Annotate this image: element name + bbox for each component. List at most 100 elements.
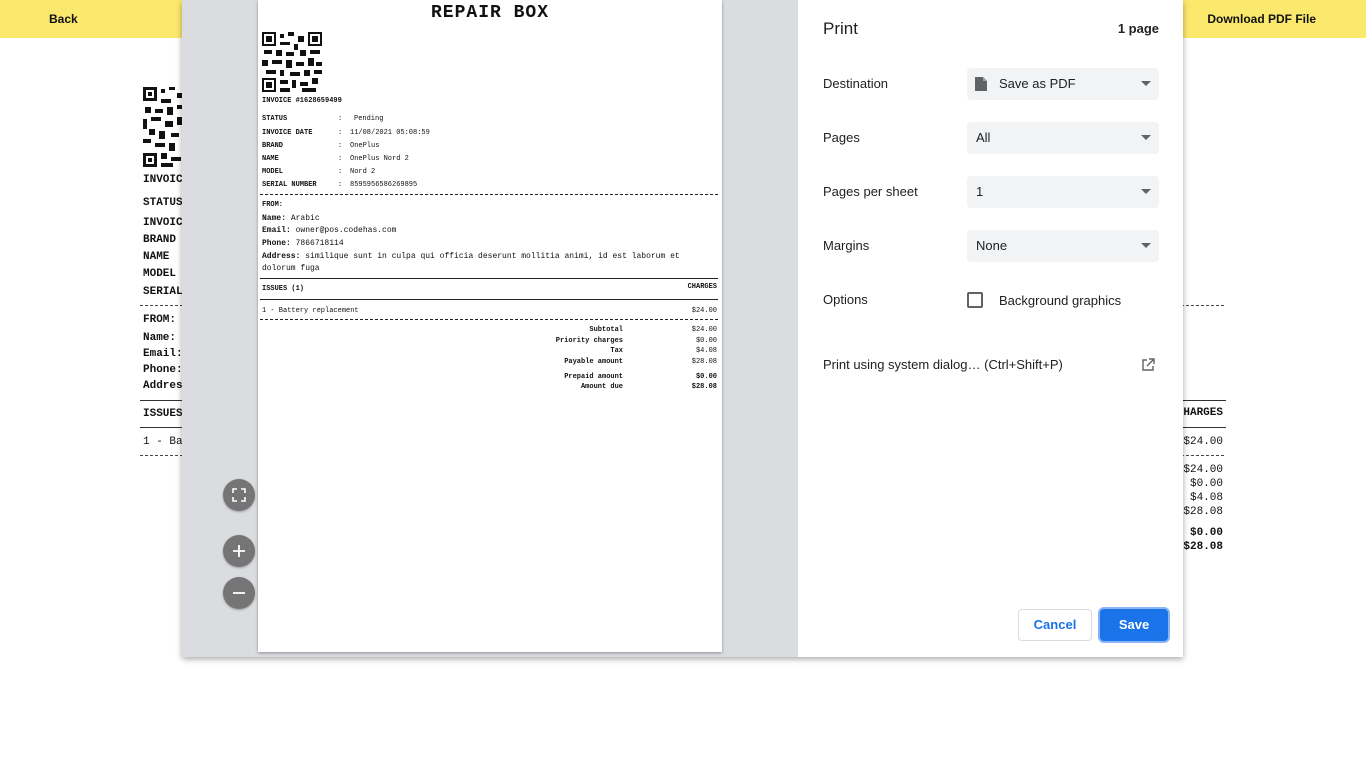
detail-colon: : [338,129,343,137]
background-tax: $4.08 [1189,492,1223,504]
detail-value: Nord 2 [350,168,376,176]
preview-total-value: $28.08 [691,383,717,391]
background-prepaid: $0.00 [1189,527,1223,539]
fit-to-page-icon [232,488,246,502]
preview-total-label: Prepaid amount [564,373,623,381]
background-phone-field: Phone: [143,364,183,376]
detail-value: OnePlus Nord 2 [350,155,409,163]
margins-value: None [976,238,1008,253]
destination-label: Destination [823,76,889,91]
background-priority: $0.00 [1189,478,1223,490]
detail-colon: : [338,142,343,150]
preview-qr-code [262,32,322,92]
pages-per-sheet-select[interactable]: 1 [967,176,1159,208]
detail-value: 11/08/2021 05:08:59 [350,129,430,137]
detail-colon: : [338,155,343,163]
preview-charges-heading: CHARGES [687,283,717,291]
margins-label: Margins [823,238,870,253]
pages-select[interactable]: All [967,122,1159,154]
background-graphics-label[interactable]: Background graphics [999,293,1121,308]
from-email-label: Email: [262,226,291,235]
background-name-field: Name: [143,332,177,344]
detail-value: 8595956586269895 [350,181,418,189]
detail-key: SERIAL NUMBER [262,181,317,189]
preview-divider [260,319,718,320]
preview-total-value: $0.00 [695,337,717,345]
background-from-label: FROM: [143,314,177,326]
save-button[interactable]: Save [1100,609,1168,641]
document-icon [975,77,987,91]
preview-from-heading: FROM: [262,201,284,209]
chevron-down-icon [1141,243,1151,248]
detail-key: STATUS [262,115,288,123]
from-address-value: similique sunt in culpa qui officia dese… [262,252,680,273]
print-settings-panel: Print 1 page Destination Save as PDF Pag… [798,0,1183,657]
detail-key: NAME [262,155,279,163]
pages-label: Pages [823,130,860,145]
detail-key: MODEL [262,168,284,176]
background-invoice-label: INVOIC [143,174,183,186]
preview-total-label: Priority charges [555,337,623,345]
chevron-down-icon [1141,189,1151,194]
print-dialog: REPAIR BOX INVOICE #1628659499 STATUS: Pe… [182,0,1183,657]
background-charges-label: CHARGES [1176,407,1223,419]
chevron-down-icon [1141,135,1151,140]
pages-per-sheet-label: Pages per sheet [823,184,918,199]
from-name-value: Arabic [290,214,320,223]
system-dialog-link[interactable]: Print using system dialog… (Ctrl+Shift+P… [823,357,1063,372]
detail-colon: : [338,115,343,123]
preview-title: REPAIR BOX [430,3,550,23]
from-address-label: Address: [262,252,301,261]
background-issue-amount: $24.00 [1183,436,1223,448]
chevron-down-icon [1141,81,1151,86]
preview-total-label: Payable amount [564,358,623,366]
background-address-field: Addres [143,380,183,392]
preview-divider [260,299,718,300]
options-label: Options [823,292,868,307]
from-phone-value: 7866718114 [295,239,344,248]
background-model-label: MODEL [143,268,177,280]
back-button[interactable]: Back [28,0,99,38]
preview-total-value: $24.00 [691,326,717,334]
margins-select[interactable]: None [967,230,1159,262]
preview-divider [260,278,718,279]
zoom-in-icon [233,545,245,557]
cancel-button[interactable]: Cancel [1018,609,1092,641]
preview-from-email: Email: owner@pos.codehas.com [262,226,396,235]
detail-value: Pending [354,115,384,123]
preview-total-value: $28.08 [691,358,717,366]
pages-per-sheet-value: 1 [976,184,984,199]
fit-to-page-button[interactable] [223,479,255,511]
background-status-label: STATUS [143,197,183,209]
preview-issues-heading: ISSUES (1) [262,285,305,293]
preview-from-phone: Phone: 7866718114 [262,239,344,248]
background-qr-code [143,87,183,167]
background-issues-label: ISSUES [143,408,183,420]
detail-value: OnePlus [350,142,380,150]
download-pdf-button[interactable]: Download PDF File [1207,0,1316,38]
detail-colon: : [338,168,343,176]
page-count: 1 page [1117,21,1159,36]
preview-total-value: $4.08 [695,347,717,355]
detail-key: BRAND [262,142,284,150]
background-graphics-checkbox[interactable] [967,292,983,308]
background-name-label: NAME [143,251,170,263]
zoom-out-button[interactable] [223,577,255,609]
print-preview-area: REPAIR BOX INVOICE #1628659499 STATUS: Pe… [182,0,798,657]
preview-invoice-number: INVOICE #1628659499 [262,97,342,105]
preview-total-label: Tax [610,347,623,355]
destination-select[interactable]: Save as PDF [967,68,1159,100]
background-serial-label: SERIAL [143,286,183,298]
from-email-value: owner@pos.codehas.com [295,226,397,235]
zoom-in-button[interactable] [223,535,255,567]
destination-value: Save as PDF [999,76,1076,91]
from-name-label: Name: [262,214,287,223]
from-phone-label: Phone: [262,239,291,248]
open-in-new-icon[interactable] [1141,358,1155,372]
background-email-field: Email: [143,348,183,360]
pages-value: All [976,130,991,145]
preview-from-address: Address: similique sunt in culpa qui off… [262,251,702,275]
preview-total-value: $0.00 [695,373,717,381]
preview-from-name: Name: Arabic [262,214,320,223]
preview-page: REPAIR BOX INVOICE #1628659499 STATUS: Pe… [258,0,722,652]
